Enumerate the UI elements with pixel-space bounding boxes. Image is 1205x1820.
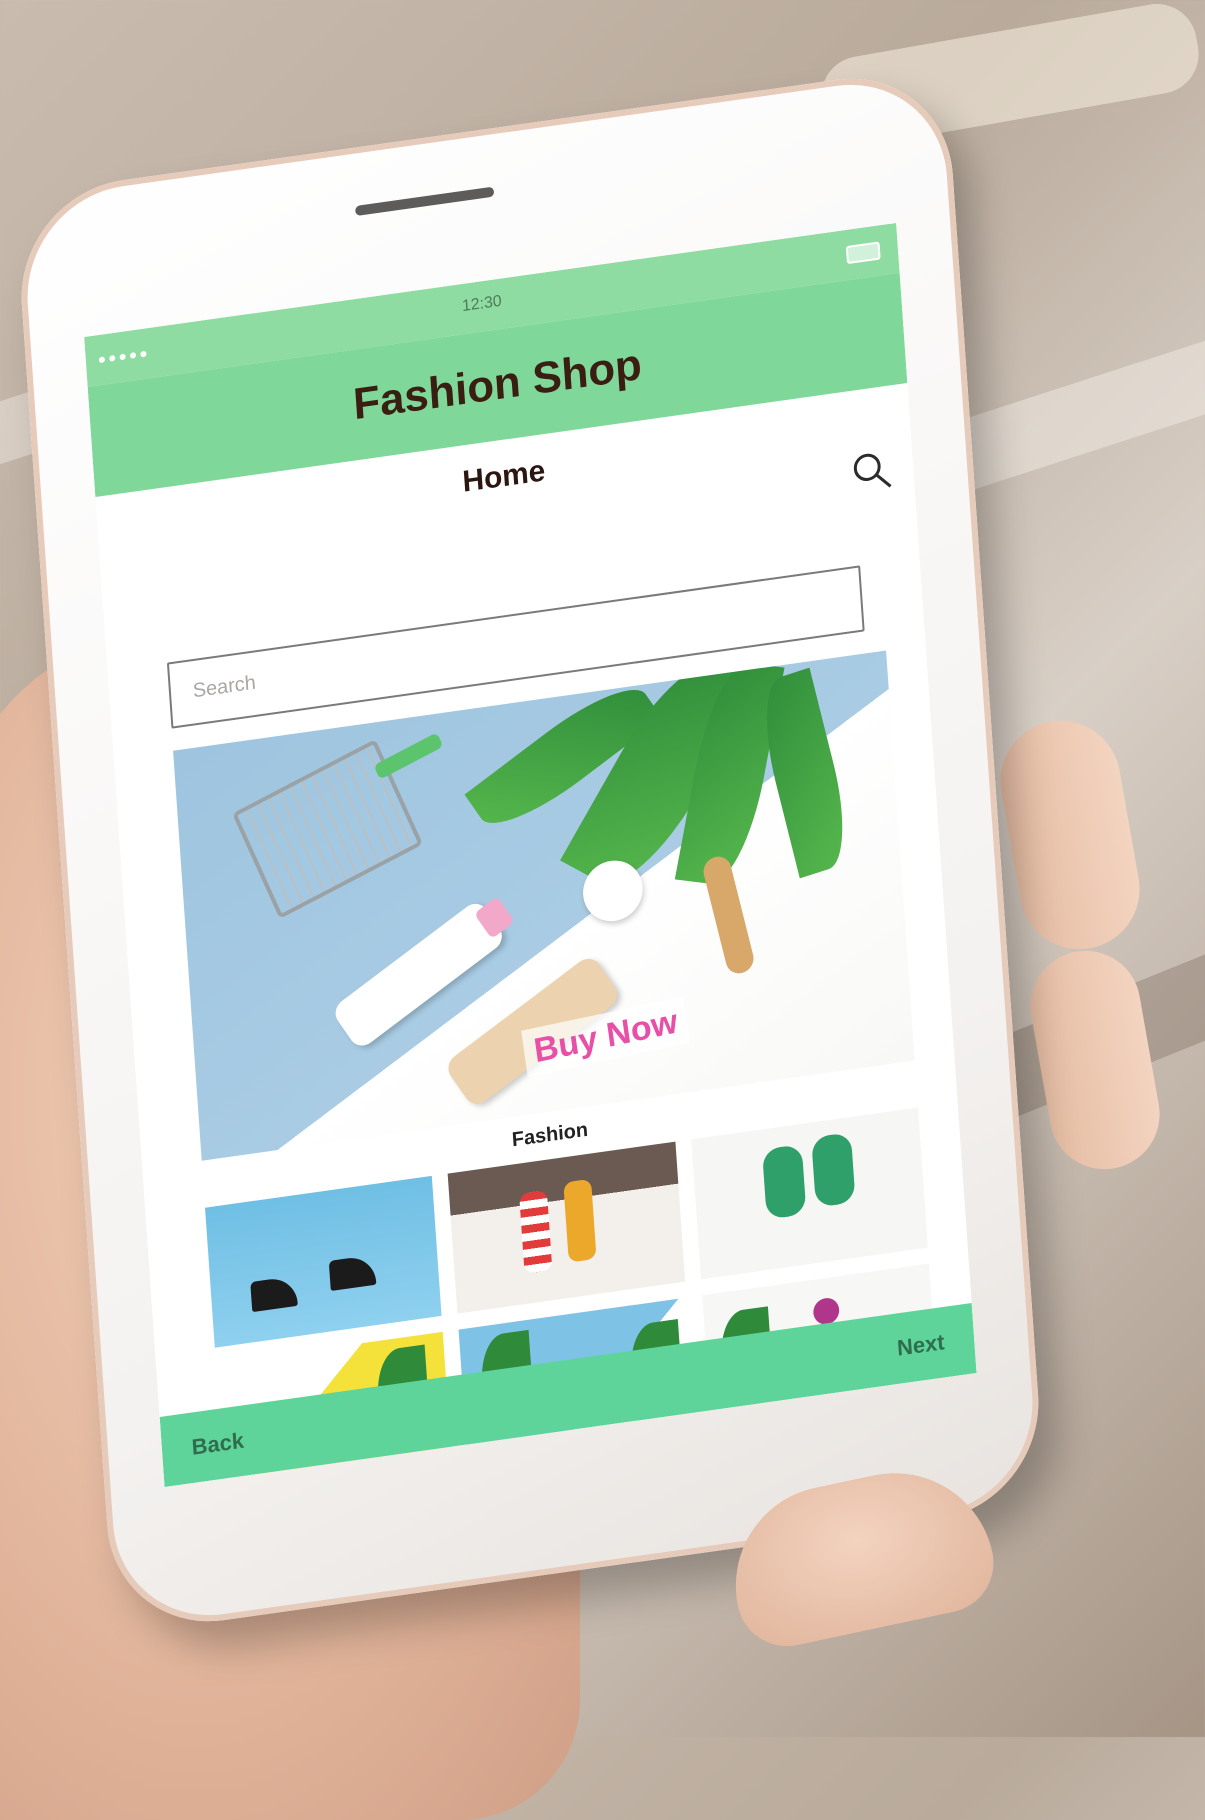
status-time: 12:30 xyxy=(461,292,503,316)
next-button[interactable]: Next xyxy=(896,1329,945,1362)
cosmetic-tube-image xyxy=(330,898,508,1052)
finger xyxy=(990,711,1150,959)
smartphone: ●●●●● 12:30 Fashion Shop Home Buy N xyxy=(14,64,1046,1636)
back-button[interactable]: Back xyxy=(191,1428,245,1461)
app-title: Fashion Shop xyxy=(351,339,644,430)
signal-dots: ●●●●● xyxy=(97,344,151,368)
product-tile-socks[interactable] xyxy=(447,1141,685,1314)
product-tile-heels[interactable] xyxy=(205,1175,442,1348)
search-icon[interactable] xyxy=(848,446,895,496)
high-heels-icon xyxy=(250,1275,298,1313)
wooden-spoon-image xyxy=(700,853,757,977)
slipper-icon xyxy=(761,1144,807,1220)
product-tile-slippers[interactable] xyxy=(690,1107,928,1280)
high-heels-icon xyxy=(328,1254,377,1292)
phone-speaker xyxy=(354,186,495,217)
socks-icon xyxy=(563,1178,597,1263)
app-screen: ●●●●● 12:30 Fashion Shop Home Buy N xyxy=(84,222,977,1488)
battery-icon xyxy=(845,241,881,265)
cart-handle-image xyxy=(373,732,444,780)
palm-leaf-image xyxy=(751,667,858,879)
promo-banner[interactable]: Buy Now xyxy=(173,650,915,1161)
slipper-icon xyxy=(810,1132,856,1208)
socks-icon xyxy=(519,1189,553,1274)
